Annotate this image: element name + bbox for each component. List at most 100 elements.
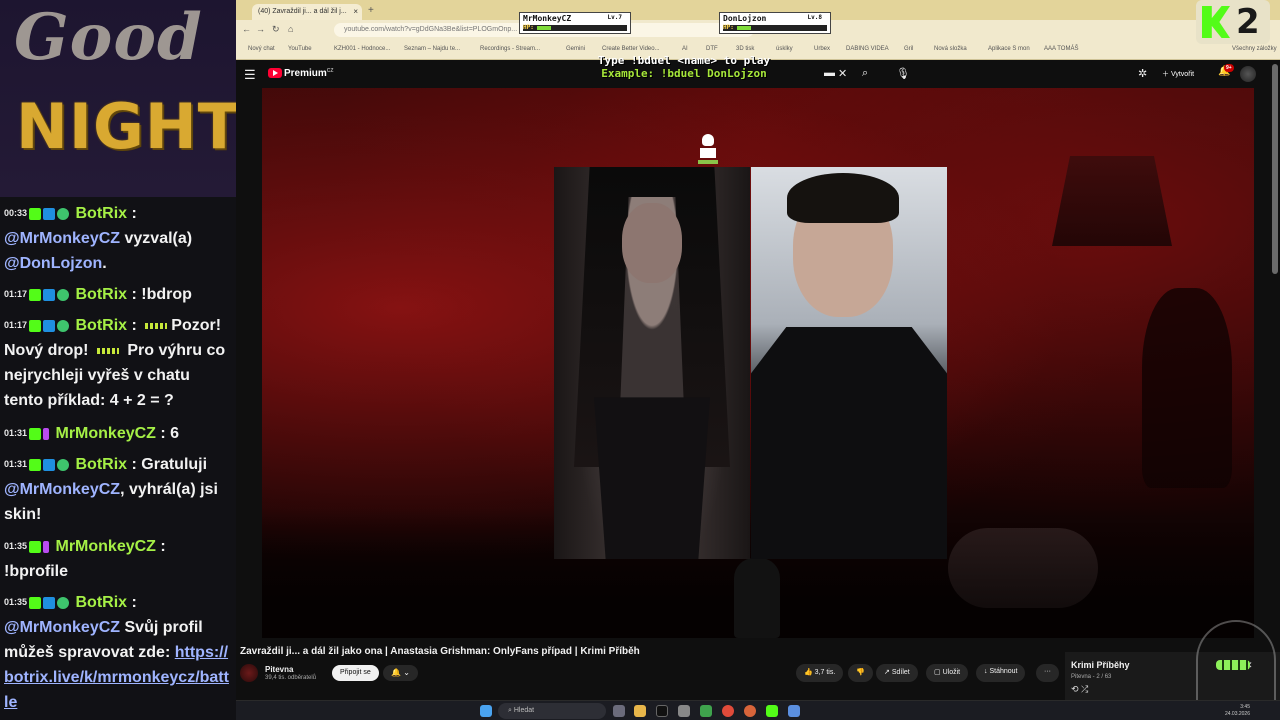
notifications-bell-icon[interactable]: 🔔 9+	[1218, 64, 1234, 77]
chat-time: 01:17	[4, 320, 28, 331]
channel-name[interactable]: Pitevna	[265, 665, 293, 674]
like-count: 3,7 tis.	[814, 669, 836, 676]
playlist-title[interactable]: Krimi Příběhy	[1071, 660, 1130, 670]
loop-icon[interactable]: ⟲	[1071, 684, 1079, 694]
kick-badge-icon	[29, 319, 42, 332]
chat-mention: @MrMonkeyCZ	[4, 230, 121, 248]
like-button[interactable]: 👍 3,7 tis.	[796, 664, 844, 682]
chat-mention: @MrMonkeyCZ	[4, 481, 121, 499]
tab-title: (40) Zavraždil ji... a dál žil j...	[258, 8, 347, 15]
dislike-button[interactable]: 👎	[848, 664, 873, 682]
share-icon: ↗	[884, 669, 890, 676]
chat-text: .	[102, 255, 107, 273]
avatar[interactable]	[1240, 66, 1256, 82]
extension-icon[interactable]: ✲	[1138, 67, 1147, 80]
presenter-hand	[948, 528, 1098, 608]
bookmark-item[interactable]: Gemini	[566, 46, 585, 52]
kick-icon[interactable]	[766, 705, 778, 717]
shirt	[751, 327, 947, 559]
bookmark-item[interactable]: Urbex	[814, 46, 830, 52]
kick-logo-badge: 2	[1196, 0, 1270, 44]
notification-count: 9+	[1224, 64, 1234, 72]
settings-icon[interactable]	[678, 705, 690, 717]
page-scrollbar[interactable]	[1272, 64, 1278, 274]
save-button[interactable]: ▢ Uložit	[926, 664, 969, 682]
photo-man	[751, 167, 947, 559]
search-icon[interactable]: ⌕	[862, 67, 868, 80]
playlist-controls: ⟲ ⤮	[1071, 684, 1088, 695]
bot-badge-icon	[43, 458, 56, 471]
bookmark-item[interactable]: Seznam – Najdu te...	[404, 46, 460, 52]
video-player[interactable]	[262, 88, 1254, 638]
keyboard-icon[interactable]: ▬	[824, 67, 835, 79]
thumb-down-icon: 👎	[856, 669, 865, 676]
hamburger-menu-icon[interactable]: ☰	[244, 67, 256, 83]
subscription-bell-button[interactable]: 🔔 ⌄	[383, 665, 418, 681]
close-icon[interactable]: ×	[353, 7, 358, 16]
bookmark-item[interactable]: Nový chat	[248, 46, 275, 52]
taskbar-search[interactable]: ⌕ Hledat	[498, 703, 606, 719]
tiktok-icon[interactable]	[656, 705, 668, 717]
bookmark-item[interactable]: Create Better Video...	[602, 46, 660, 52]
more-actions-button[interactable]: ···	[1036, 664, 1059, 682]
channel-avatar[interactable]	[240, 664, 258, 682]
create-button[interactable]: ＋ Vytvořit	[1158, 66, 1198, 82]
app-icon[interactable]	[788, 705, 800, 717]
file-explorer-icon[interactable]	[634, 705, 646, 717]
good-text: Good	[14, 0, 203, 75]
bookmark-item[interactable]: AAA TOMÁŠ	[1044, 46, 1078, 52]
forward-icon[interactable]: →	[256, 24, 265, 34]
browser-tab[interactable]: (40) Zavraždil ji... a dál žil j... ×	[252, 4, 362, 20]
microphone	[734, 558, 780, 638]
playlist-channel: Pitevna	[1071, 674, 1092, 680]
system-tray[interactable]: 3:45 24.03.2026	[1225, 704, 1250, 718]
bookmark-item[interactable]: Všechny záložky	[1232, 46, 1277, 52]
emote-icon	[145, 322, 168, 329]
bookmark-item[interactable]: Recordings - Stream...	[480, 46, 540, 52]
bookmark-item[interactable]: Gril	[904, 46, 913, 52]
player-level: Lv.8	[807, 14, 822, 21]
task-view-icon[interactable]	[613, 705, 625, 717]
share-button[interactable]: ↗ Sdílet	[876, 664, 918, 682]
logo-country: CZ	[326, 68, 334, 74]
youtube-logo[interactable]: PremiumCZ	[268, 68, 333, 80]
chat-text: 6	[170, 425, 180, 442]
duel-hint-line1: Type !bduel <name> to play	[597, 54, 771, 67]
bookmark-item[interactable]: Aplikace S mon	[988, 46, 1030, 52]
channel-subscribers: 39,4 tis. odběratelů	[265, 675, 317, 681]
bookmark-item[interactable]: Nová složka	[934, 46, 967, 52]
voice-search-icon[interactable]: 🎙	[896, 67, 910, 80]
chat-mention: @MrMonkeyCZ	[4, 619, 121, 637]
bot-badge-icon	[43, 319, 56, 332]
back-icon[interactable]: ←	[242, 24, 251, 34]
join-button[interactable]: Připojit se	[332, 665, 379, 681]
start-icon[interactable]	[480, 705, 492, 717]
chat-text: !bprofile	[4, 563, 68, 581]
kick-badge-icon	[29, 540, 42, 553]
reload-icon[interactable]: ↻	[272, 24, 280, 35]
chat-nick: BotRix	[75, 456, 128, 473]
home-icon[interactable]: ⌂	[288, 24, 293, 34]
xbox-icon[interactable]	[700, 705, 712, 717]
chat-nick: MrMonkeyCZ	[55, 425, 156, 442]
player-name: DonLojzon	[723, 14, 767, 23]
bookmark-item[interactable]: DTF	[706, 46, 718, 52]
chrome-icon[interactable]	[722, 705, 734, 717]
browser-icon[interactable]	[744, 705, 756, 717]
youtube-play-icon	[268, 68, 282, 79]
duel-player1-card: MrMonkeyCZ Lv.7 HP:	[519, 12, 631, 34]
bookmark-item[interactable]: úsklky	[776, 46, 793, 52]
shuffle-icon[interactable]: ⤮	[1081, 684, 1088, 694]
bookmark-item[interactable]: YouTube	[288, 46, 312, 52]
download-button[interactable]: ↓ Stáhnout	[976, 664, 1026, 682]
clear-search-icon[interactable]: ✕	[838, 67, 847, 80]
hp-bar	[523, 25, 627, 31]
youtube-page: ☰ PremiumCZ Type !bduel <name> to play E…	[236, 54, 1280, 720]
bookmark-item[interactable]: DABING VIDEA	[846, 46, 889, 52]
bot-badge-icon	[43, 288, 56, 301]
new-tab-icon[interactable]: +	[368, 5, 374, 16]
bookmark-item[interactable]: KZH001 - Hodnoce...	[334, 46, 390, 52]
duel-hint-line2: Example: !bduel DonLojzon	[601, 67, 767, 80]
bookmark-item[interactable]: 3D tisk	[736, 46, 754, 52]
bookmark-item[interactable]: AI	[682, 46, 688, 52]
